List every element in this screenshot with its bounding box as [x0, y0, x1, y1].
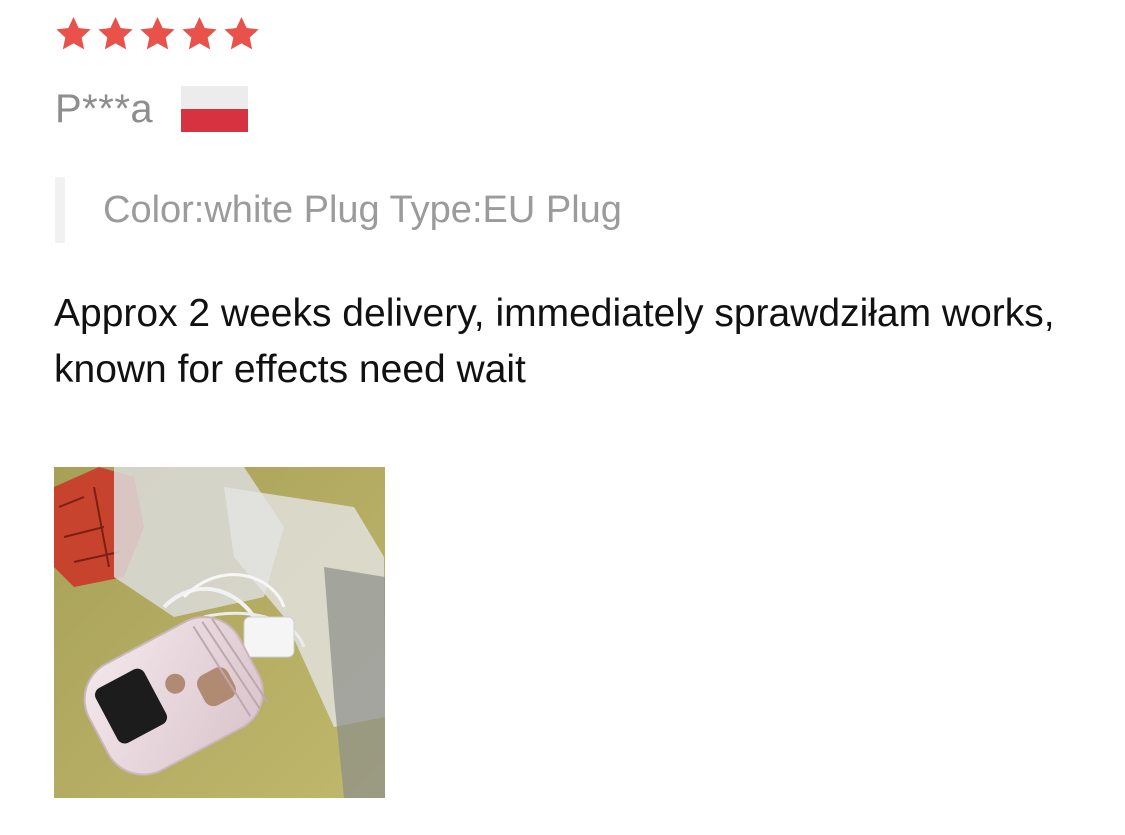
star-icon — [98, 17, 133, 50]
star-icon — [182, 17, 217, 50]
review-text: Approx 2 weeks delivery, immediately spr… — [54, 292, 1055, 391]
reviewer-name: P***a — [55, 87, 154, 131]
review-card: P***a Color:white Plug Type:EU Plug Appr… — [0, 0, 1125, 835]
sku-info: Color:white Plug Type:EU Plug — [55, 177, 622, 243]
star-icon — [140, 17, 175, 50]
star-icon — [224, 17, 259, 50]
reviewer-info: P***a — [55, 84, 249, 134]
star-rating — [53, 14, 262, 54]
star-icon — [56, 17, 91, 50]
sku-text: Color:white Plug Type:EU Plug — [103, 188, 622, 231]
review-photo[interactable] — [54, 467, 385, 798]
poland-flag-icon — [181, 86, 249, 132]
